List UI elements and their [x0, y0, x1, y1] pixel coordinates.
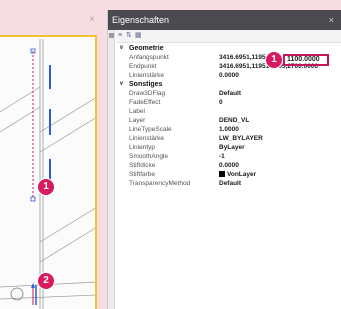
close-icon[interactable]: × [89, 14, 95, 25]
property-row[interactable]: Layer DEND_VL [117, 116, 341, 125]
property-row[interactable]: Linienstärke LW_BYLAYER [117, 134, 341, 143]
panel-titlebar[interactable]: Eigenschaften × [108, 10, 341, 30]
drawing-panel: × 1 2 [0, 0, 97, 309]
filter-icon[interactable]: ▦ [135, 32, 142, 40]
hatch-line [0, 294, 95, 300]
properties-toolbar: ≡ ⇅ ▦ [116, 30, 341, 43]
property-row[interactable]: Stiftdicke 0.0000 [117, 161, 341, 170]
pin-icon[interactable] [109, 33, 114, 38]
close-panel-icon[interactable]: × [329, 10, 334, 30]
property-row[interactable]: Draw3DFlag Default [117, 89, 341, 98]
hatch-line [0, 86, 41, 113]
property-row[interactable]: Linientyp ByLayer [117, 143, 341, 152]
panel-side-strip[interactable] [108, 30, 115, 309]
hatch-line [39, 207, 95, 243]
cad-drawing [0, 39, 95, 309]
hatch-line [0, 106, 41, 133]
step-marker-1: 1 [37, 178, 55, 196]
list-icon[interactable]: ≡ [118, 32, 122, 40]
hatch-line [39, 117, 95, 153]
group-geometrie[interactable]: ∨ Geometrie [117, 44, 341, 53]
chevron-down-icon[interactable]: ∨ [119, 44, 124, 53]
property-row[interactable]: LineTypeScale 1.0000 [117, 125, 341, 134]
chevron-down-icon[interactable]: ∨ [119, 80, 124, 89]
hatch-line [39, 227, 95, 263]
hatch-line [39, 97, 95, 133]
drawing-canvas[interactable] [0, 35, 97, 309]
panel-title: Eigenschaften [112, 15, 170, 25]
color-swatch [219, 171, 225, 177]
property-row[interactable]: Linienstärke 0.0000 [117, 71, 341, 80]
property-row[interactable]: SmoothAngle -1 [117, 152, 341, 161]
property-row[interactable]: Label [117, 107, 341, 116]
highlighted-value[interactable]: 1100.0000 [287, 56, 320, 64]
sort-icon[interactable]: ⇅ [126, 32, 132, 40]
property-row[interactable]: FadeEffect 0 [117, 98, 341, 107]
property-row[interactable]: Stiftfarbe VonLayer [117, 170, 341, 179]
group-sonstiges[interactable]: ∨ Sonstiges [117, 80, 341, 89]
step-marker-2: 2 [37, 272, 55, 290]
step-marker-1-panel: 1 [265, 51, 283, 69]
property-row[interactable]: TransparencyMethod Default [117, 179, 341, 188]
